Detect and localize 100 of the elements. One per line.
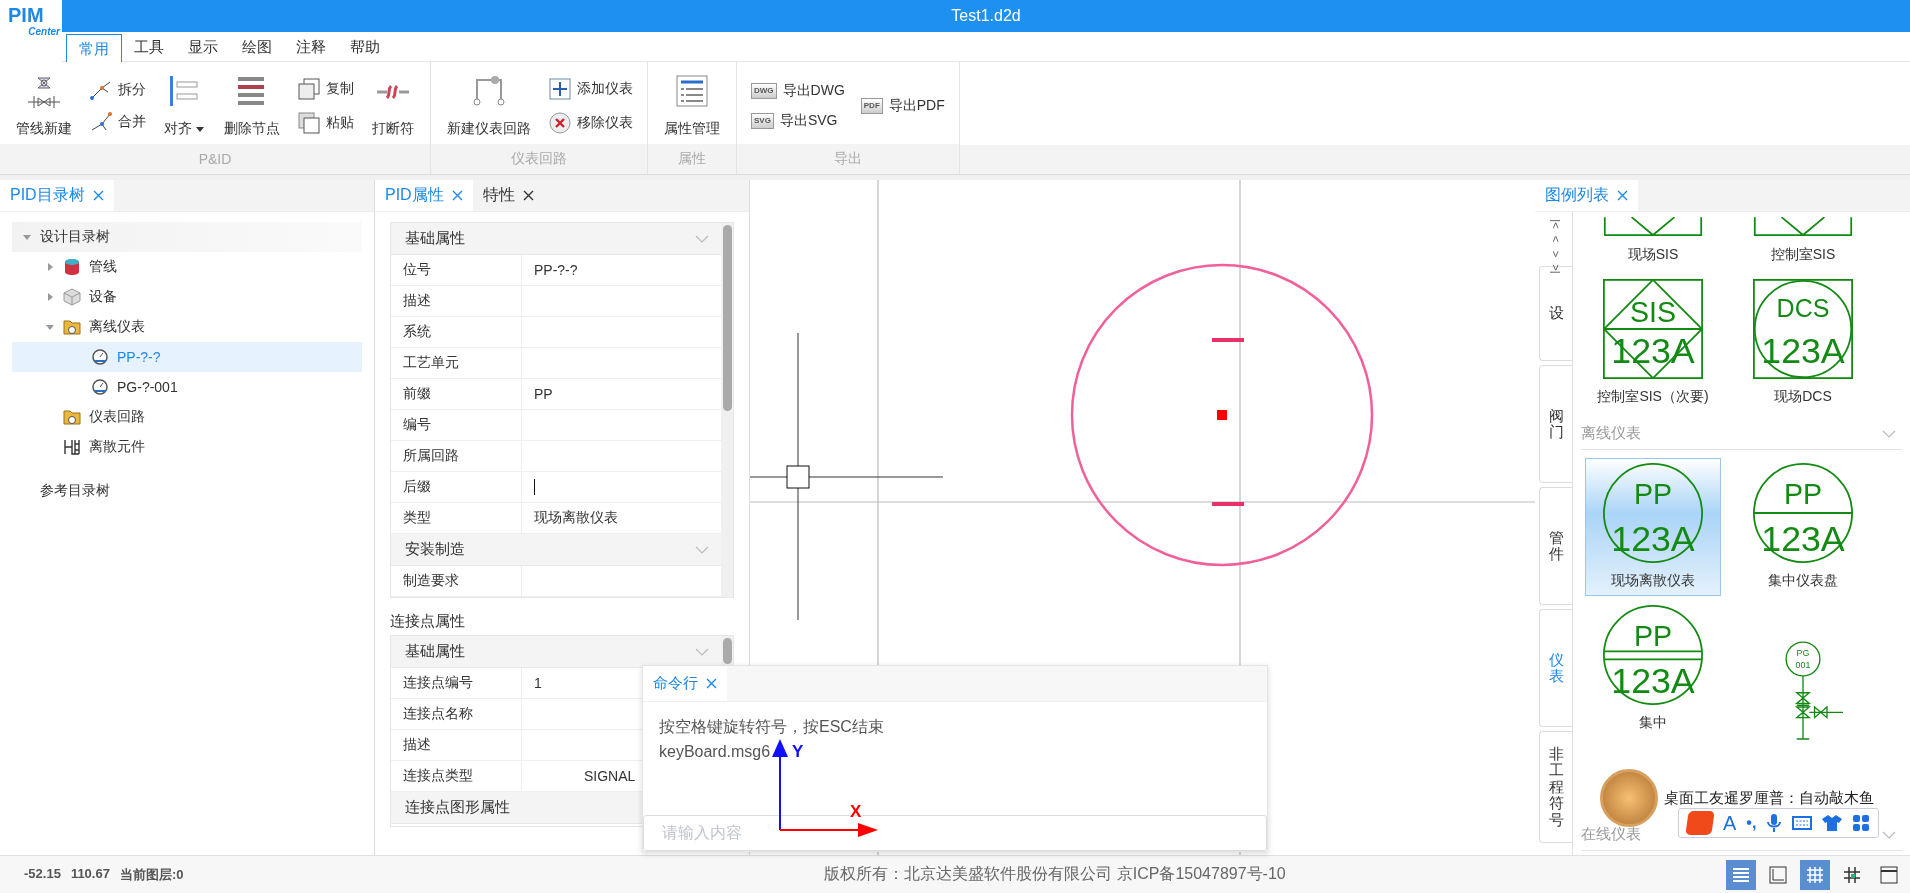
- merge-icon: [90, 112, 112, 132]
- nav-button[interactable]: >: [1549, 246, 1562, 262]
- plus-icon: [549, 78, 571, 100]
- triangle-down-icon[interactable]: [22, 232, 32, 242]
- ime-logo-icon[interactable]: [1685, 811, 1715, 835]
- file-type-badge: PDF: [860, 98, 883, 114]
- menu-tab[interactable]: 绘图: [230, 33, 284, 61]
- nav-button[interactable]: <: [1549, 231, 1562, 247]
- ime-punctuation[interactable]: •,: [1746, 814, 1757, 832]
- panel-tab[interactable]: 图例列表: [1535, 180, 1638, 211]
- tree-item[interactable]: 离散元件: [12, 432, 362, 462]
- mascot-avatar[interactable]: [1600, 769, 1658, 827]
- triangle-right-icon[interactable]: [45, 262, 55, 272]
- title-bar: Test1.d2d: [62, 0, 1910, 32]
- cylinder-icon: [63, 258, 81, 276]
- toolbar-button[interactable]: 移除仪表: [545, 110, 637, 136]
- property-label: 描述: [402, 735, 432, 754]
- menu-tab[interactable]: 工具: [122, 33, 176, 61]
- menu-tab[interactable]: 常用: [66, 34, 122, 62]
- panel-tab[interactable]: 命令行: [643, 666, 727, 701]
- logo-title: PIM: [8, 4, 44, 26]
- tree-item[interactable]: 设备: [12, 282, 362, 312]
- tree-item[interactable]: 参考目录树: [12, 476, 362, 506]
- shirt-icon[interactable]: [1822, 814, 1843, 832]
- instrument-symbol: DCS 123A: [1753, 279, 1853, 379]
- tree-item[interactable]: PG-?-001: [12, 372, 362, 402]
- ime-mode[interactable]: A: [1723, 811, 1737, 835]
- group-header: 连接点图形属性: [405, 798, 510, 817]
- copy-icon: [298, 78, 320, 100]
- loop-icon: [471, 74, 507, 108]
- scrollbar-thumb[interactable]: [722, 638, 732, 664]
- side-tab[interactable]: 管件: [1539, 487, 1572, 605]
- nav-button[interactable]: |<: [1549, 216, 1562, 232]
- toolbar-button[interactable]: 粘贴: [294, 110, 358, 136]
- grid-icon[interactable]: [1800, 859, 1830, 890]
- toolbar-button[interactable]: 删除节点: [218, 70, 286, 142]
- paste-icon: [298, 112, 320, 134]
- legend-item[interactable]: PP 123A 集中仪表盘: [1735, 458, 1871, 596]
- panel-tab[interactable]: 特性: [472, 180, 544, 211]
- property-label: 系统: [402, 322, 432, 341]
- property-label: 连接点类型: [402, 766, 474, 785]
- pressure-gauge-drawing: PG 001: [1763, 641, 1843, 741]
- group-label: 仪表回路: [431, 144, 647, 174]
- remove-icon: [549, 112, 571, 134]
- folder-icon: [63, 318, 81, 336]
- chevron-down-icon: [1882, 429, 1896, 438]
- command-message: keyBoard.msg6: [659, 743, 771, 760]
- tree-item[interactable]: 仪表回路: [12, 402, 362, 432]
- center-point: [1217, 410, 1227, 420]
- menu-tab[interactable]: 显示: [176, 33, 230, 61]
- side-tab[interactable]: 非工程符号: [1539, 731, 1572, 843]
- keyboard-icon[interactable]: [1792, 815, 1813, 831]
- property-value: PP-?-?: [534, 262, 578, 278]
- panel-tab[interactable]: PID目录树: [0, 180, 114, 211]
- group-header: 基础属性: [405, 642, 465, 661]
- connection-mark: [1212, 502, 1244, 506]
- property-label: 编号: [402, 415, 432, 434]
- axis-label: Y: [792, 742, 804, 761]
- legend-item[interactable]: PG 001: [1735, 600, 1871, 746]
- toolbar-button[interactable]: 合并: [86, 110, 150, 134]
- scrollbar-thumb[interactable]: [722, 225, 732, 411]
- tree-item[interactable]: 离线仪表: [12, 312, 362, 342]
- triangle-down-icon[interactable]: [45, 322, 55, 332]
- copyright-text: 版权所有：北京达美盛软件股份有限公司 京ICP备15047897号-10: [823, 864, 1287, 884]
- tree-item[interactable]: 管线: [12, 252, 362, 282]
- command-message: 按空格键旋转符号，按ESC结束: [659, 718, 884, 735]
- legend-item[interactable]: DCS 123A 现场DCS: [1735, 274, 1871, 412]
- legend-item[interactable]: 现场SIS: [1585, 212, 1721, 270]
- triangle-right-icon[interactable]: [45, 292, 55, 302]
- toolbar-button[interactable]: 对齐: [158, 70, 210, 142]
- microphone-icon[interactable]: [1766, 813, 1783, 833]
- menu-tab[interactable]: 注释: [284, 33, 338, 61]
- grid-icon[interactable]: [1852, 814, 1871, 832]
- tree-item[interactable]: 设计目录树: [12, 222, 362, 252]
- property-value: PP: [534, 386, 553, 402]
- toolbar-button[interactable]: 拆分: [86, 78, 150, 102]
- legend-item[interactable]: 控制室SIS: [1735, 212, 1871, 270]
- property-label: 制造要求: [402, 571, 460, 590]
- toolbar-button[interactable]: 打断符: [366, 70, 420, 142]
- toolbar-button[interactable]: 管线新建: [10, 70, 78, 142]
- side-tab[interactable]: 仪表: [1539, 609, 1572, 727]
- list-icon: [674, 74, 710, 108]
- lines-icon[interactable]: [1726, 859, 1756, 890]
- legend-item[interactable]: PP 123A 现场离散仪表: [1585, 458, 1721, 596]
- side-tab[interactable]: 阀门: [1539, 365, 1572, 483]
- toolbar-button[interactable]: 复制: [294, 76, 358, 102]
- close-button[interactable]: [522, 190, 534, 201]
- panel-tab[interactable]: PID属性: [375, 180, 473, 211]
- toolbar-button[interactable]: 新建仪表回路: [441, 70, 537, 142]
- group-label: 导出: [737, 144, 959, 174]
- toolbar-button[interactable]: 添加仪表: [545, 76, 637, 102]
- toolbar-button[interactable]: 属性管理: [658, 70, 726, 142]
- menu-tab[interactable]: 帮助: [338, 33, 392, 61]
- toolbar-button[interactable]: SVG 导出SVG: [747, 110, 849, 132]
- legend-item[interactable]: PP 123A 集中: [1585, 600, 1721, 746]
- property-value: 现场离散仪表: [534, 509, 618, 527]
- toolbar-button[interactable]: DWG 导出DWG: [747, 80, 849, 102]
- property-label: 所属回路: [402, 446, 460, 465]
- chevron-down-icon: [695, 234, 709, 243]
- toolbar-button[interactable]: PDF 导出PDF: [856, 95, 949, 117]
